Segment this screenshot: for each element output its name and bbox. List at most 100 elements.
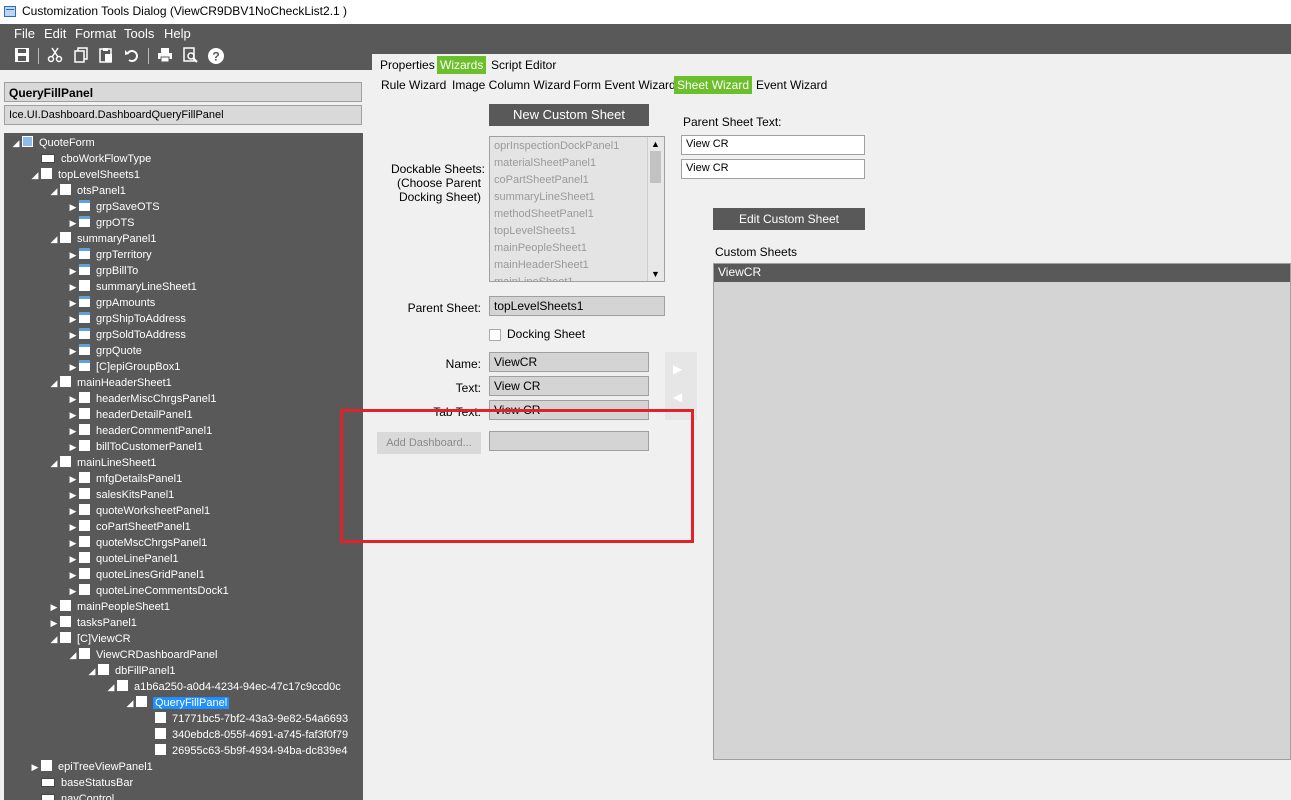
- tree-node[interactable]: 26955c63-5b9f-4934-94ba-dc839e4: [143, 743, 348, 759]
- expand-icon[interactable]: ▶: [67, 503, 79, 519]
- tree-node[interactable]: ▶ salesKitsPanel1: [67, 487, 174, 503]
- collapse-icon[interactable]: ◢: [86, 663, 98, 679]
- tab-image-column-wizard[interactable]: Image Column Wizard: [449, 76, 574, 94]
- expand-icon[interactable]: ▶: [67, 471, 79, 487]
- arrow-left-icon[interactable]: ◀: [673, 390, 682, 404]
- tree-node[interactable]: ▶ quoteLineCommentsDock1: [67, 583, 229, 599]
- tree-node[interactable]: ◢ mainHeaderSheet1: [48, 375, 172, 391]
- dockable-sheet-item[interactable]: topLevelSheets1: [494, 223, 576, 240]
- collapse-icon[interactable]: ◢: [10, 135, 22, 151]
- expand-icon[interactable]: ▶: [67, 423, 79, 439]
- collapse-icon[interactable]: ◢: [48, 631, 60, 647]
- tree-node[interactable]: ◢ dbFillPanel1: [86, 663, 176, 679]
- collapse-icon[interactable]: ◢: [48, 375, 60, 391]
- tree-node[interactable]: ▶ mfgDetailsPanel1: [67, 471, 182, 487]
- expand-icon[interactable]: ▶: [67, 247, 79, 263]
- expand-icon[interactable]: ▶: [67, 327, 79, 343]
- menu-file[interactable]: File: [14, 26, 35, 41]
- dockable-sheet-item[interactable]: mainLineSheet1: [494, 274, 574, 281]
- tab-rule-wizard[interactable]: Rule Wizard: [378, 76, 449, 94]
- tree-node[interactable]: ◢ a1b6a250-a0d4-4234-94ec-47c17c9ccd0c: [105, 679, 341, 695]
- expand-icon[interactable]: ▶: [67, 551, 79, 567]
- dockable-sheet-item[interactable]: materialSheetPanel1: [494, 155, 596, 172]
- expand-icon[interactable]: ▶: [67, 439, 79, 455]
- paste-icon[interactable]: [97, 47, 115, 65]
- tree-node[interactable]: ▶ summaryLineSheet1: [67, 279, 197, 295]
- undo-icon[interactable]: [123, 47, 141, 65]
- tree-node[interactable]: ◢ ViewCRDashboardPanel: [67, 647, 217, 663]
- expand-icon[interactable]: ▶: [67, 263, 79, 279]
- print-preview-icon[interactable]: [181, 47, 199, 65]
- expand-icon[interactable]: ▶: [67, 567, 79, 583]
- help-icon[interactable]: ?: [207, 47, 225, 65]
- expand-icon[interactable]: ▶: [67, 295, 79, 311]
- tree-node[interactable]: ▶ headerDetailPanel1: [67, 407, 193, 423]
- tree-node[interactable]: navControl: [29, 791, 114, 800]
- new-custom-sheet-button[interactable]: New Custom Sheet: [489, 104, 649, 126]
- dockable-sheet-item[interactable]: mainPeopleSheet1: [494, 240, 587, 257]
- tree-node[interactable]: ▶ billToCustomerPanel1: [67, 439, 203, 455]
- expand-icon[interactable]: ▶: [67, 519, 79, 535]
- cut-icon[interactable]: [46, 47, 64, 65]
- parent-sheet-text-field-1[interactable]: View CR: [681, 135, 865, 155]
- custom-sheets-list[interactable]: ViewCR: [713, 263, 1291, 760]
- tree-node[interactable]: ▶ headerMiscChrgsPanel1: [67, 391, 216, 407]
- tree-node[interactable]: ◢ otsPanel1: [48, 183, 126, 199]
- tab-event-wizard[interactable]: Event Wizard: [753, 76, 830, 94]
- parent-sheet-text-field-2[interactable]: View CR: [681, 159, 865, 179]
- tree-node[interactable]: ▶ grpOTS: [67, 215, 135, 231]
- dockable-sheet-item[interactable]: coPartSheetPanel1: [494, 172, 589, 189]
- text-field[interactable]: View CR: [489, 376, 649, 396]
- scroll-thumb[interactable]: [650, 151, 661, 183]
- collapse-icon[interactable]: ◢: [105, 679, 117, 695]
- collapse-icon[interactable]: ◢: [48, 183, 60, 199]
- custom-sheet-item[interactable]: ViewCR: [714, 264, 1290, 282]
- dockable-sheet-item[interactable]: mainHeaderSheet1: [494, 257, 589, 274]
- expand-icon[interactable]: ▶: [48, 599, 60, 615]
- tab-properties[interactable]: Properties: [377, 56, 438, 74]
- dockable-sheet-item[interactable]: oprInspectionDockPanel1: [494, 138, 619, 155]
- expand-icon[interactable]: ▶: [67, 407, 79, 423]
- menu-format[interactable]: Format: [75, 26, 116, 41]
- expand-icon[interactable]: ▶: [67, 215, 79, 231]
- tree-node[interactable]: ▶ headerCommentPanel1: [67, 423, 212, 439]
- tree-node[interactable]: ▶ epiTreeViewPanel1: [29, 759, 153, 775]
- tree-node[interactable]: ▶ grpBillTo: [67, 263, 138, 279]
- tab-wizards[interactable]: Wizards: [437, 56, 487, 74]
- tree-node[interactable]: ▶ grpSaveOTS: [67, 199, 160, 215]
- tree-node[interactable]: ▶ [C]epiGroupBox1: [67, 359, 180, 375]
- tree-node[interactable]: cboWorkFlowType: [29, 151, 151, 167]
- expand-icon[interactable]: ▶: [67, 535, 79, 551]
- collapse-icon[interactable]: ◢: [124, 695, 136, 711]
- tree-node[interactable]: ▶ mainPeopleSheet1: [48, 599, 170, 615]
- docking-sheet-checkbox[interactable]: [489, 329, 501, 341]
- tree-node[interactable]: ▶ grpTerritory: [67, 247, 152, 263]
- tree-node[interactable]: ▶ quoteLinesGridPanel1: [67, 567, 205, 583]
- save-icon[interactable]: [13, 47, 31, 65]
- expand-icon[interactable]: ▶: [29, 759, 41, 775]
- tab-sheet-wizard[interactable]: Sheet Wizard: [674, 76, 753, 94]
- tree-node[interactable]: ▶ grpSoldToAddress: [67, 327, 186, 343]
- tree-node[interactable]: ▶ quoteLinePanel1: [67, 551, 179, 567]
- menu-help[interactable]: Help: [164, 26, 191, 41]
- expand-icon[interactable]: ▶: [67, 279, 79, 295]
- tree-node[interactable]: ▶ grpShipToAddress: [67, 311, 186, 327]
- tab-script-editor[interactable]: Script Editor: [488, 56, 559, 74]
- list-scrollbar[interactable]: ▲ ▼: [647, 137, 664, 281]
- tree-node[interactable]: ◢ topLevelSheets1: [29, 167, 140, 183]
- expand-icon[interactable]: ▶: [67, 391, 79, 407]
- tree-node[interactable]: ◢ summaryPanel1: [48, 231, 156, 247]
- arrow-right-icon[interactable]: ▶: [673, 362, 682, 376]
- dockable-sheet-item[interactable]: summaryLineSheet1: [494, 189, 595, 206]
- tree-node[interactable]: baseStatusBar: [29, 775, 133, 791]
- print-icon[interactable]: [156, 47, 174, 65]
- tree-node[interactable]: ◢ QueryFillPanel: [124, 695, 230, 711]
- expand-icon[interactable]: ▶: [67, 199, 79, 215]
- expand-icon[interactable]: ▶: [67, 311, 79, 327]
- menu-edit[interactable]: Edit: [44, 26, 66, 41]
- tree-node[interactable]: ◢ mainLineSheet1: [48, 455, 157, 471]
- dockable-sheet-item[interactable]: methodSheetPanel1: [494, 206, 594, 223]
- dockable-sheets-list[interactable]: mainLineSheet1 mainHeaderSheet1 mainPeople…: [489, 136, 665, 282]
- collapse-icon[interactable]: ◢: [48, 231, 60, 247]
- menu-tools[interactable]: Tools: [124, 26, 154, 41]
